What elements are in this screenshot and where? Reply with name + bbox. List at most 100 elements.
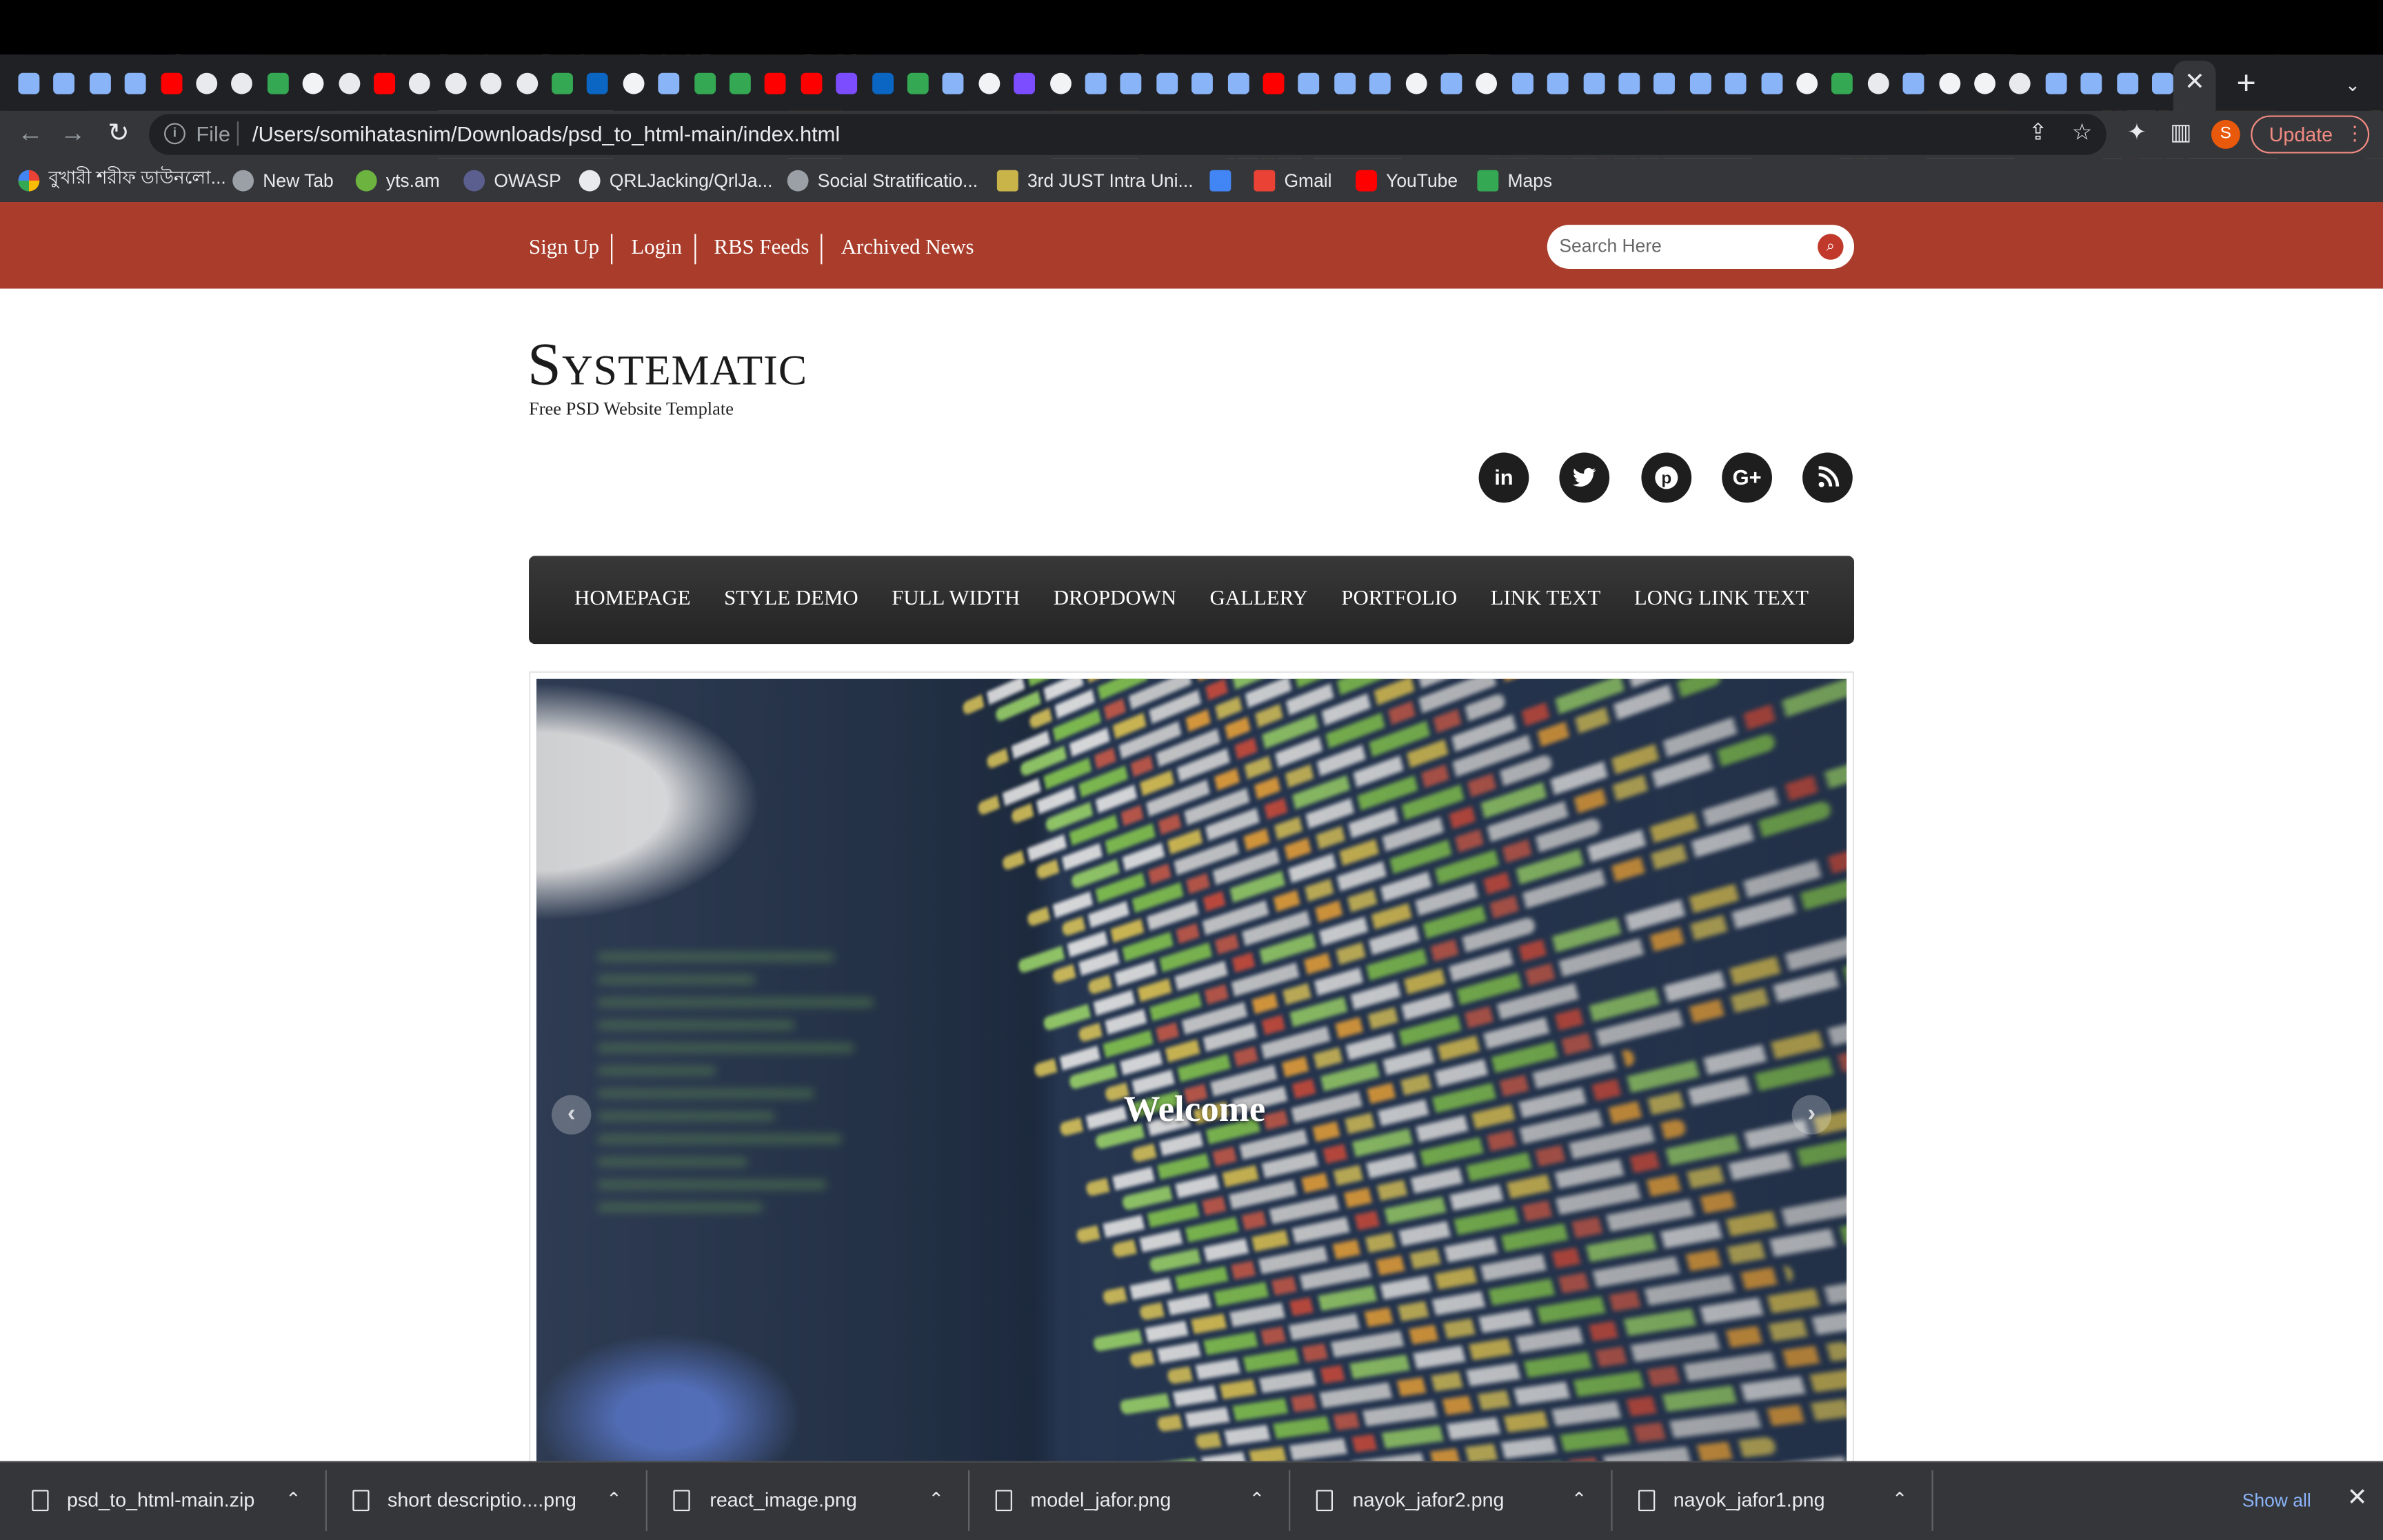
url-text[interactable]: /Users/somihatasnim/Downloads/psd_to_htm… [252, 121, 840, 145]
nav-style-demo[interactable]: STYLE DEMO [724, 556, 858, 644]
new-tab-plus-icon[interactable]: + [2229, 67, 2262, 100]
tab-search-chevron-icon[interactable]: ⌄ [2337, 70, 2368, 100]
download-item-name[interactable]: nayok_jafor1.png [1673, 1488, 1825, 1511]
back-arrow-icon[interactable]: ← [14, 117, 47, 150]
tab-favicon-icon[interactable] [1618, 73, 1640, 94]
download-item-name[interactable]: react_image.png [710, 1488, 856, 1511]
bookmark-item[interactable]: yts.am [356, 169, 440, 193]
tab-favicon-icon[interactable] [125, 73, 146, 94]
tab-favicon-icon[interactable] [907, 73, 929, 94]
bookmark-item[interactable] [1209, 169, 1231, 193]
bookmark-item[interactable]: Gmail [1254, 169, 1331, 193]
browser-menu-dots-icon[interactable]: ⋮ [2345, 119, 2365, 149]
download-caret-icon[interactable]: ⌃ [602, 1488, 626, 1510]
tab-favicon-icon[interactable] [552, 73, 573, 94]
tab-favicon-icon[interactable] [2116, 73, 2138, 94]
search-input[interactable] [1559, 234, 1818, 258]
nav-dropdown[interactable]: DROPDOWN [1054, 556, 1176, 644]
tab-favicon-icon[interactable] [1227, 73, 1249, 94]
tab-favicon-icon[interactable] [1725, 73, 1747, 94]
tab-favicon-icon[interactable] [730, 73, 751, 94]
download-caret-icon[interactable]: ⌃ [1887, 1488, 1911, 1510]
tab-favicon-icon[interactable] [339, 73, 360, 94]
rss-icon[interactable] [1802, 453, 1853, 503]
side-panel-icon[interactable]: ▥ [2167, 120, 2195, 148]
tab-favicon-icon[interactable] [1974, 73, 1995, 94]
tab-favicon-icon[interactable] [658, 73, 680, 94]
download-caret-icon[interactable]: ⌃ [1567, 1488, 1591, 1510]
forward-arrow-icon[interactable]: → [57, 117, 90, 150]
tab-favicon-icon[interactable] [1298, 73, 1320, 94]
bookmark-item[interactable]: QRLJacking/QrlJa... [579, 169, 773, 193]
twitter-icon[interactable] [1559, 453, 1609, 503]
tab-favicon-icon[interactable] [1761, 73, 1782, 94]
tab-favicon-icon[interactable] [1014, 73, 1036, 94]
tab-favicon-icon[interactable] [2152, 73, 2173, 94]
tab-favicon-icon[interactable] [1654, 73, 1676, 94]
site-logo[interactable]: Systematic [527, 334, 807, 395]
tab-favicon-icon[interactable] [18, 73, 39, 94]
tab-close-icon[interactable]: ✕ [2180, 68, 2210, 99]
share-icon[interactable]: ⇪ [2024, 120, 2052, 148]
tab-favicon-icon[interactable] [1049, 73, 1071, 94]
nav-long-link-text[interactable]: LONG LINK TEXT [1634, 556, 1809, 644]
tab-favicon-icon[interactable] [587, 73, 609, 94]
download-caret-icon[interactable]: ⌃ [924, 1488, 948, 1510]
reload-icon[interactable]: ↻ [102, 117, 135, 150]
tab-favicon-icon[interactable] [1120, 73, 1142, 94]
google-plus-icon[interactable]: G+ [1722, 453, 1772, 503]
slider-prev-arrow-icon[interactable]: ‹ [552, 1095, 591, 1135]
tab-favicon-icon[interactable] [1085, 73, 1107, 94]
tab-favicon-icon[interactable] [943, 73, 964, 94]
nav-gallery[interactable]: GALLERY [1209, 556, 1307, 644]
nav-portfolio[interactable]: PORTFOLIO [1341, 556, 1457, 644]
tab-favicon-icon[interactable] [374, 73, 395, 94]
slider-next-arrow-icon[interactable]: › [1792, 1095, 1831, 1135]
tab-favicon-icon[interactable] [1192, 73, 1213, 94]
nav-homepage[interactable]: HOMEPAGE [574, 556, 691, 644]
linkedin-icon[interactable]: in [1479, 453, 1529, 503]
tab-favicon-icon[interactable] [1939, 73, 1960, 94]
tab-favicon-icon[interactable] [90, 73, 111, 94]
tab-favicon-icon[interactable] [1903, 73, 1924, 94]
bookmark-item[interactable]: Maps [1477, 169, 1552, 193]
tab-favicon-icon[interactable] [1405, 73, 1427, 94]
nav-full-width[interactable]: FULL WIDTH [892, 556, 1020, 644]
bookmark-star-icon[interactable]: ☆ [2069, 120, 2096, 148]
tab-favicon-icon[interactable] [1832, 73, 1853, 94]
search-icon[interactable]: ⌕ [1818, 234, 1843, 259]
tab-favicon-icon[interactable] [1369, 73, 1391, 94]
download-item-name[interactable]: short descriptio....png [388, 1488, 576, 1511]
close-shelf-icon[interactable]: ✕ [2344, 1486, 2371, 1513]
tab-favicon-icon[interactable] [1583, 73, 1605, 94]
tab-favicon-icon[interactable] [1796, 73, 1818, 94]
show-all-downloads-button[interactable]: Show all [2222, 1479, 2331, 1522]
bookmark-item[interactable]: OWASP [463, 169, 561, 193]
bookmark-item[interactable]: New Tab [232, 169, 334, 193]
download-item-name[interactable]: nayok_jafor2.png [1353, 1488, 1505, 1511]
download-item-name[interactable]: psd_to_html-main.zip [67, 1488, 254, 1511]
download-caret-icon[interactable]: ⌃ [1245, 1488, 1269, 1510]
pinterest-icon[interactable]: p [1641, 453, 1691, 503]
tab-favicon-icon[interactable] [2045, 73, 2067, 94]
tab-favicon-icon[interactable] [978, 73, 1000, 94]
tab-favicon-icon[interactable] [623, 73, 644, 94]
tab-favicon-icon[interactable] [267, 73, 288, 94]
signup-link[interactable]: Sign Up [529, 234, 612, 264]
tab-favicon-icon[interactable] [694, 73, 715, 94]
extensions-puzzle-icon[interactable]: ✦ [2123, 120, 2151, 148]
tab-favicon-icon[interactable] [54, 73, 75, 94]
bookmark-item[interactable]: Social Stratificatio... [787, 169, 978, 193]
nav-link-text[interactable]: LINK TEXT [1491, 556, 1601, 644]
download-caret-icon[interactable]: ⌃ [281, 1488, 305, 1510]
bookmark-item[interactable]: বুখারী শরীফ ডাউনলো... [18, 169, 225, 193]
tab-favicon-icon[interactable] [1547, 73, 1569, 94]
tab-favicon-icon[interactable] [836, 73, 858, 94]
tab-favicon-icon[interactable] [2081, 73, 2102, 94]
tab-favicon-icon[interactable] [516, 73, 537, 94]
tab-favicon-icon[interactable] [161, 73, 182, 94]
tab-favicon-icon[interactable] [1690, 73, 1711, 94]
tab-favicon-icon[interactable] [1263, 73, 1285, 94]
tab-favicon-icon[interactable] [765, 73, 787, 94]
tab-favicon-icon[interactable] [1334, 73, 1356, 94]
